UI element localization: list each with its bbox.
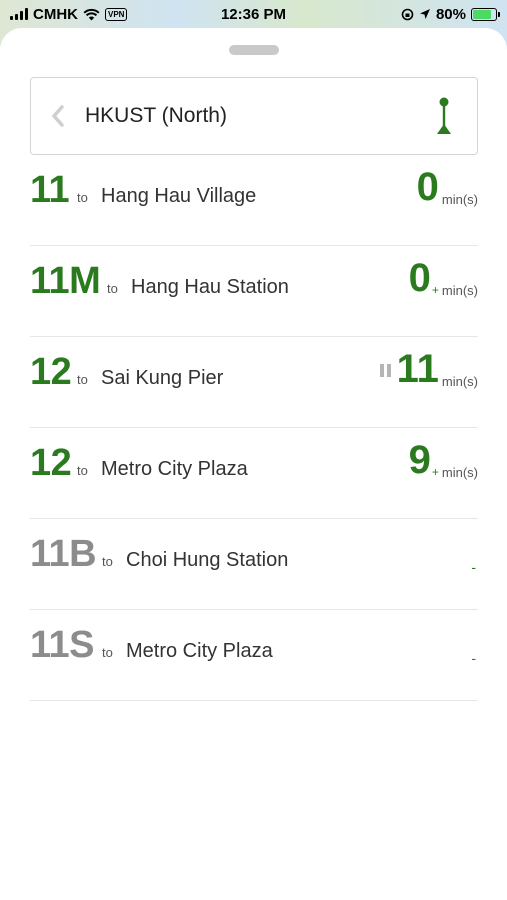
eta-display: 9 + min(s) [409,438,478,482]
route-number: 11B [30,533,97,575]
route-row[interactable]: 11B to Choi Hung Station - [30,519,478,610]
eta-plus: + [431,283,439,297]
map-pin-icon [437,97,451,134]
signal-icon [10,8,28,20]
battery-percent: 80% [435,5,466,23]
chevron-left-icon [52,105,64,127]
route-to-label: to [107,281,118,296]
sheet-grabber[interactable] [229,45,279,55]
eta-display: 0 + min(s) [409,256,478,300]
route-destination: Hang Hau Station [131,276,289,298]
location-arrow-icon [419,9,430,19]
stop-name: HKUST (North) [85,104,227,127]
route-number: 11M [30,260,101,302]
status-right: 80% [401,5,500,23]
route-number: 11S [30,624,95,666]
eta-minutes: 0 [408,256,431,300]
eta-minutes: 0 [416,165,439,209]
stop-header: HKUST (North) [30,77,478,155]
route-destination: Metro City Plaza [126,640,273,662]
eta-unit: min(s) [441,192,478,207]
route-row[interactable]: 11S to Metro City Plaza - [30,610,478,701]
eta-unavailable: - [471,650,476,666]
route-row[interactable]: 12 to Sai Kung Pier 11 min(s) [30,337,478,428]
route-row[interactable]: 12 to Metro City Plaza 9 + min(s) [30,428,478,519]
route-row[interactable]: 11M to Hang Hau Station 0 + min(s) [30,246,478,337]
eta-minutes: 11 [396,347,439,391]
wifi-icon [83,8,100,20]
eta-display: 11 min(s) [379,347,478,391]
route-destination: Choi Hung Station [126,549,289,571]
status-left: CMHK VPN [10,5,128,23]
eta-plus: + [431,465,439,479]
route-to-label: to [77,372,88,387]
route-to-label: to [77,463,88,478]
vpn-badge: VPN [105,7,128,21]
pause-icon [379,364,391,377]
route-to-label: to [77,190,88,205]
screen-lock-icon [401,8,414,20]
route-destination: Sai Kung Pier [101,367,224,389]
route-row[interactable]: 11 to Hang Hau Village 0 min(s) [30,155,478,246]
route-destination: Hang Hau Village [101,185,257,207]
map-pin-button[interactable] [411,78,477,154]
eta-unavailable: - [471,559,476,575]
route-number: 12 [30,442,72,484]
route-destination: Metro City Plaza [101,458,248,480]
eta-unit: min(s) [441,465,478,480]
route-list: 11 to Hang Hau Village 0 min(s) 11M to Hang Hau… [30,155,478,701]
eta-unit: min(s) [441,374,478,389]
status-bar: CMHK VPN 12:36 PM 80% [0,0,507,28]
bottom-sheet: HKUST (North) 11 to Hang Hau Village 0 min(s… [0,28,507,900]
eta-unit: min(s) [441,283,478,298]
battery-icon [471,7,500,21]
route-to-label: to [102,554,113,569]
carrier-label: CMHK [33,5,78,23]
route-to-label: to [102,645,113,660]
back-button[interactable] [31,78,85,154]
eta-minutes: 9 [408,438,431,482]
eta-display: 0 min(s) [417,165,478,209]
route-number: 11 [30,169,70,211]
route-number: 12 [30,351,72,393]
